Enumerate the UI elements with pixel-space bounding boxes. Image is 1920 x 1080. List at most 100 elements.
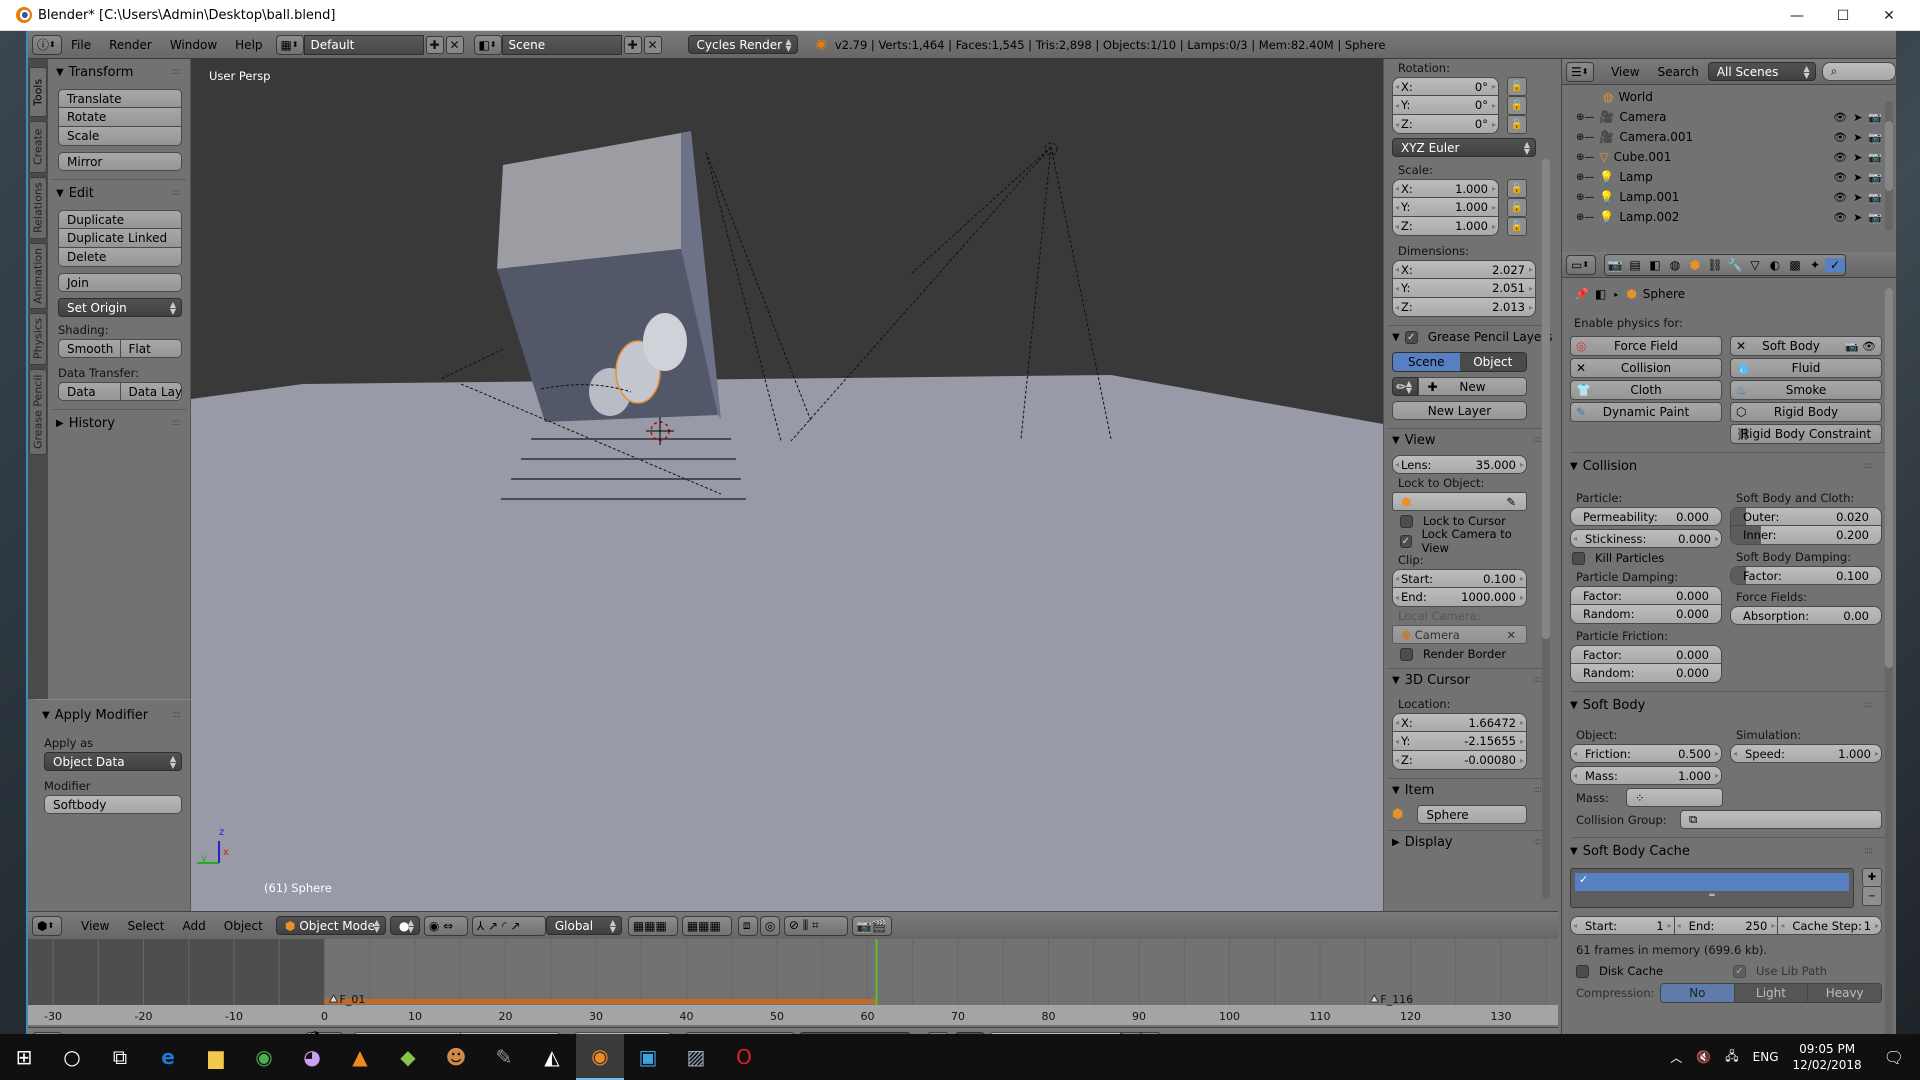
expand-icon[interactable]: ⊕— <box>1576 192 1594 203</box>
data-transfer-button[interactable]: Data <box>58 382 121 401</box>
expand-icon[interactable]: ⊕— <box>1576 212 1594 223</box>
transform-orientation-dropdown[interactable]: Global ▲ ▼ <box>545 916 622 935</box>
cloth-button[interactable]: 👕 Cloth <box>1570 380 1722 400</box>
expand-icon[interactable]: ⊕— <box>1576 152 1594 163</box>
tray-overflow-icon[interactable]: ︿ <box>1670 1049 1682 1066</box>
tab-relations[interactable]: Relations <box>29 177 47 239</box>
data-tab-icon[interactable]: ▽ <box>1745 258 1765 272</box>
krita-icon[interactable]: ◕ <box>288 1034 336 1080</box>
layers-grid-2[interactable]: ▦▦▦ <box>681 915 732 936</box>
drag-grip-icon[interactable]: :::: <box>172 67 181 77</box>
select-arrow-icon[interactable]: ➤ <box>1853 131 1862 144</box>
task-view-icon[interactable]: ⧉ <box>96 1034 144 1080</box>
expand-icon[interactable]: ⊕— <box>1576 132 1594 143</box>
disk-cache-checkbox[interactable]: Disk Cache <box>1568 961 1725 981</box>
inner-slider[interactable]: Inner: 0.200 <box>1730 526 1882 545</box>
cache-step-field[interactable]: Cache Step:1 <box>1778 916 1883 935</box>
compression-no[interactable]: No <box>1661 984 1734 1002</box>
view-panel-header[interactable]: ▼ View:::: <box>1384 429 1551 451</box>
expand-icon[interactable]: ⊕— <box>1576 172 1594 183</box>
fluid-button[interactable]: 💧 Fluid <box>1730 358 1882 378</box>
outliner-search-input[interactable]: ⌕ <box>1821 62 1896 81</box>
scale-button[interactable]: Scale <box>58 127 182 146</box>
snap-buttons[interactable]: ⊘ ⫼ ⌗ <box>783 915 848 936</box>
remove-cache-button[interactable]: − <box>1862 887 1882 906</box>
history-panel-header[interactable]: ▶ History:::: <box>48 412 190 434</box>
menu-file[interactable]: File <box>62 38 100 52</box>
rigid-body-constraint-button[interactable]: ⛓ Rigid Body Constraint <box>1730 424 1882 444</box>
force-field-button[interactable]: ◎ Force Field <box>1570 336 1722 356</box>
menu-render[interactable]: Render <box>100 38 161 52</box>
particles-tab-icon[interactable]: ✦ <box>1805 258 1825 272</box>
app-box-icon[interactable]: ▣ <box>624 1034 672 1080</box>
tab-animation[interactable]: Animation <box>29 243 47 309</box>
menu-object[interactable]: Object <box>215 919 272 933</box>
render-camera-icon[interactable]: 📷 <box>1868 111 1882 124</box>
expand-icon[interactable]: ⊕— <box>1576 112 1594 123</box>
menu-window[interactable]: Window <box>161 38 226 52</box>
set-origin-dropdown[interactable]: Set Origin ▲ ▼ <box>58 298 182 317</box>
menu-search[interactable]: Search <box>1649 65 1708 79</box>
outer-slider[interactable]: Outer: 0.020 <box>1730 507 1882 526</box>
scene-tab[interactable]: Scene <box>1393 353 1460 371</box>
outliner-item[interactable]: ⊕— 💡 Lamp 👁 ➤ 📷 <box>1562 167 1896 187</box>
render-tab-icon[interactable]: 📷 <box>1605 258 1625 272</box>
collision-group-field[interactable]: ⧉ <box>1680 810 1882 829</box>
item-panel-header[interactable]: ▼ Item:::: <box>1384 779 1551 801</box>
mode-dropdown[interactable]: ⬢ Object Mode ▲ ▼ <box>275 916 386 935</box>
friction-random-slider[interactable]: Random: 0.000 <box>1570 664 1722 683</box>
display-mode-dropdown[interactable]: All Scenes ▲ ▼ <box>1707 62 1816 81</box>
physics-tab-icon[interactable]: ✓ <box>1825 257 1845 272</box>
lock-icon[interactable]: 🔓 <box>1507 198 1527 217</box>
translate-button[interactable]: Translate <box>58 89 182 108</box>
cursor-x-field[interactable]: X:1.66472 <box>1392 713 1527 732</box>
eye-icon[interactable]: 👁 <box>1862 340 1876 353</box>
network-disconnected-icon[interactable]: 🖧 <box>1725 1047 1738 1068</box>
render-layers-tab-icon[interactable]: ▤ <box>1625 258 1645 272</box>
outliner-item[interactable]: ⊕— 🎥 Camera.001 👁 ➤ 📷 <box>1562 127 1896 147</box>
dimension-z-field[interactable]: Z:2.013 <box>1392 298 1536 317</box>
scene-field[interactable]: Scene <box>501 34 622 55</box>
lens-field[interactable]: Lens:35.000 <box>1392 455 1527 474</box>
eye-icon[interactable]: 👁 <box>1833 171 1847 184</box>
remove-layout-button[interactable]: ✕ <box>445 35 464 54</box>
collision-panel-header[interactable]: ▼ Collision:::: <box>1562 455 1896 477</box>
n-panel-scrollbar[interactable] <box>1542 159 1550 899</box>
app-photo-icon[interactable]: ▨ <box>672 1034 720 1080</box>
pivot-point-button[interactable]: ◉ ⇔ <box>423 915 468 936</box>
menu-view[interactable]: View <box>1602 65 1648 79</box>
editor-type-button[interactable]: ☰ ⬍ <box>1566 61 1595 82</box>
sb-damping-factor-slider[interactable]: Factor: 0.100 <box>1730 566 1882 585</box>
3d-viewport[interactable]: z x y User Persp (61) Sphere <box>191 59 1409 911</box>
outliner-scrollbar[interactable] <box>1885 101 1893 231</box>
dynamic-paint-button[interactable]: ✎ Dynamic Paint <box>1570 402 1722 422</box>
cursor-z-field[interactable]: Z:-0.00080 <box>1392 751 1527 770</box>
timeline-graph[interactable]: -30 -20 -10 0 10 20 30 40 50 60 70 80 90 100 110 120 130… <box>28 939 1909 1027</box>
select-arrow-icon[interactable]: ➤ <box>1853 191 1862 204</box>
permeability-slider[interactable]: Permeability: 0.000 <box>1570 507 1722 526</box>
delete-button[interactable]: Delete <box>58 248 182 267</box>
render-buttons[interactable]: 📷🎬 <box>851 915 892 936</box>
select-arrow-icon[interactable]: ➤ <box>1853 211 1862 224</box>
lock-icon[interactable]: 🔓 <box>1507 179 1527 198</box>
soft-body-panel-header[interactable]: ▼ Soft Body:::: <box>1562 694 1896 716</box>
menu-select[interactable]: Select <box>118 919 173 933</box>
shade-flat-button[interactable]: Flat <box>120 339 182 358</box>
app-monkey-icon[interactable]: ☻ <box>432 1034 480 1080</box>
rotation-mode-dropdown[interactable]: XYZ Euler ▲ ▼ <box>1392 138 1536 157</box>
menu-view[interactable]: View <box>72 919 118 933</box>
blender-taskbar-icon[interactable]: ◉ <box>576 1034 624 1080</box>
cortana-icon[interactable]: ○ <box>48 1034 96 1080</box>
rigid-body-button[interactable]: ⬡ Rigid Body <box>1730 402 1882 422</box>
file-explorer-icon[interactable]: ▆ <box>192 1034 240 1080</box>
opera-icon[interactable]: O <box>720 1034 768 1080</box>
lock-icon[interactable]: 🔓 <box>1507 115 1527 134</box>
list-resize-handle[interactable]: ═ <box>1575 891 1849 901</box>
editor-type-button[interactable]: ⬢ ⬍ <box>32 915 62 936</box>
render-camera-icon[interactable]: 📷 <box>1868 211 1882 224</box>
render-border-checkbox[interactable]: Render Border <box>1392 644 1527 664</box>
cursor-y-field[interactable]: Y:-2.15655 <box>1392 732 1527 751</box>
coreldraw-icon[interactable]: ◆ <box>384 1034 432 1080</box>
transform-panel-header[interactable]: ▼ Transform:::: <box>48 61 190 83</box>
use-lib-path-checkbox[interactable]: ✓ Use Lib Path <box>1725 961 1882 981</box>
